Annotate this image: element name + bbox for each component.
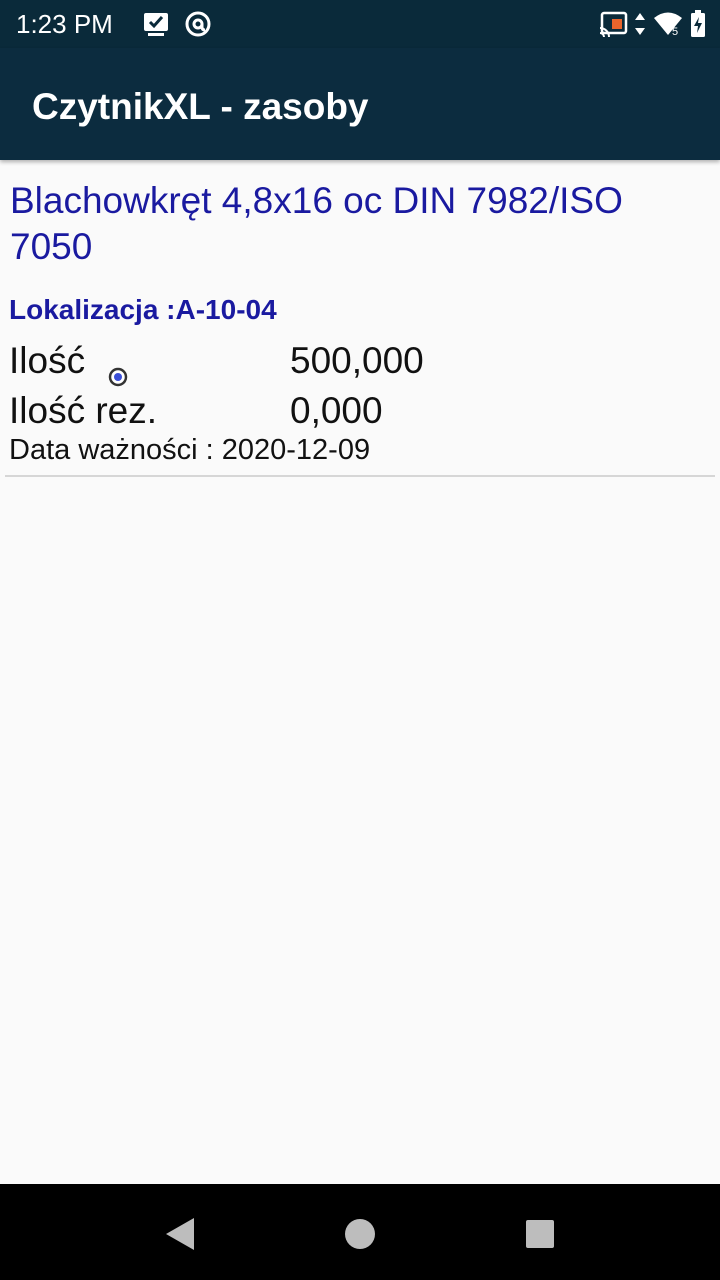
- cast-icon: [599, 11, 628, 37]
- expiry-date: Data ważności : 2020-12-09: [9, 434, 371, 466]
- svg-text:5: 5: [672, 26, 678, 37]
- system-icons: 5: [598, 10, 706, 38]
- notification-icons: [142, 10, 212, 38]
- battery-charging-icon: [691, 10, 705, 37]
- product-name: Blachowkręt 4,8x16 oc DIN 7982/ISO 7050: [10, 180, 623, 267]
- at-sign-notification-icon: [185, 11, 211, 37]
- app-title: CzytnikXL - zasoby: [32, 86, 369, 127]
- location-label: Lokalizacja :A-10-04: [9, 294, 277, 325]
- navigation-bar: [0, 1184, 720, 1280]
- quantity-value: 500,000: [290, 340, 424, 381]
- data-arrows-icon: [635, 13, 645, 35]
- quantity-label: Ilość: [9, 340, 86, 381]
- reserved-quantity-value: 0,000: [290, 390, 383, 431]
- reserved-quantity-label: Ilość rez.: [9, 390, 158, 431]
- recents-icon[interactable]: [520, 1214, 560, 1254]
- divider: [5, 475, 715, 477]
- stock-list: Blachowkręt 4,8x16 oc DIN 7982/ISO 7050 …: [0, 160, 720, 477]
- home-icon[interactable]: [340, 1214, 380, 1254]
- back-icon[interactable]: [160, 1214, 200, 1254]
- app-bar: CzytnikXL - zasoby: [0, 48, 720, 160]
- list-item[interactable]: Blachowkręt 4,8x16 oc DIN 7982/ISO 7050 …: [0, 160, 720, 477]
- touch-indicator-icon: [108, 367, 128, 387]
- status-time: 1:23 PM: [16, 9, 113, 39]
- wifi-icon: 5: [654, 12, 682, 37]
- checkbox-notification-icon: [144, 13, 168, 36]
- status-bar: 1:23 PM 5: [0, 0, 720, 48]
